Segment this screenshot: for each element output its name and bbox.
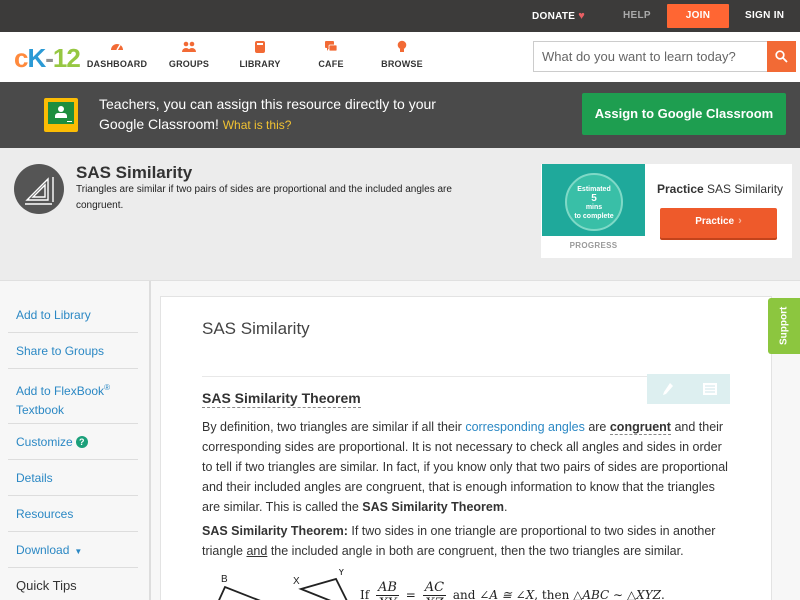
progress-label: PROGRESS xyxy=(569,241,618,250)
concept-icon xyxy=(14,164,64,214)
help-icon[interactable]: ? xyxy=(75,436,88,448)
join-button[interactable]: JOIN xyxy=(667,4,729,28)
nav-cafe[interactable]: CAFE xyxy=(291,40,371,69)
donate-link[interactable]: DONATE ♥ xyxy=(532,0,585,32)
google-classroom-icon xyxy=(44,98,78,132)
estimate-badge: Estimated 5 mins to complete xyxy=(565,173,623,231)
sidebar: Add to Library Share to Groups Add to Fl… xyxy=(8,297,138,593)
support-tab[interactable]: Support xyxy=(768,298,800,354)
main-area: Add to Library Share to Groups Add to Fl… xyxy=(0,280,800,600)
main-nav: cK-12 DASHBOARD GROUPS LIBRARY CAFE BROW… xyxy=(0,32,800,82)
assign-google-classroom-button[interactable]: Assign to Google Classroom xyxy=(582,93,786,135)
search-input[interactable] xyxy=(534,42,768,71)
sidebar-add-to-flexbook[interactable]: Add to FlexBook® Textbook xyxy=(8,369,138,424)
progress-image: Estimated 5 mins to complete xyxy=(542,164,645,236)
sidebar-download[interactable]: Download ▼ xyxy=(8,532,138,568)
notes-icon xyxy=(702,383,717,395)
sidebar-resources[interactable]: Resources xyxy=(8,496,138,532)
theorem-formula: If ABXY = ACXZ and ∠A ≅ ∠X, then △ABC ∼ … xyxy=(360,580,665,600)
label-y: Y xyxy=(338,569,345,578)
cafe-icon xyxy=(325,41,338,52)
sidebar-divider xyxy=(149,281,151,600)
search-icon xyxy=(775,50,788,63)
corresponding-angles-link[interactable]: corresponding angles xyxy=(465,420,585,434)
nav-dashboard[interactable]: DASHBOARD xyxy=(77,40,157,69)
search-box xyxy=(533,41,796,72)
sidebar-customize[interactable]: Customize? xyxy=(8,424,138,460)
concept-description: Triangles are similar if two pairs of si… xyxy=(76,184,452,211)
heart-icon: ♥ xyxy=(578,10,586,22)
theorem-paragraph: SAS Similarity Theorem: If two sides in … xyxy=(202,524,716,558)
label-b: B xyxy=(221,574,228,585)
pencil-button[interactable] xyxy=(647,374,688,404)
notes-button[interactable] xyxy=(689,374,730,404)
concept-title: SAS Similarity xyxy=(76,163,193,182)
congruent-term[interactable]: congruent xyxy=(609,420,671,435)
google-classroom-banner: Teachers, you can assign this resource d… xyxy=(0,82,800,148)
banner-text: Teachers, you can assign this resource d… xyxy=(99,96,436,132)
ck12-logo[interactable]: cK-12 xyxy=(14,43,81,74)
browse-icon xyxy=(397,40,407,52)
sidebar-share-to-groups[interactable]: Share to Groups xyxy=(8,333,138,369)
label-x: X xyxy=(293,576,300,587)
fraction-ac-xz: ACXZ xyxy=(422,580,447,600)
top-bar: DONATE ♥ HELP JOIN SIGN IN xyxy=(0,0,800,32)
pencil-icon xyxy=(662,383,673,395)
content-panel: SAS Similarity SAS Similarity Theorem By… xyxy=(160,296,772,600)
fraction-ab-xy: ABXY xyxy=(376,580,399,600)
concept-header: SAS Similarity Triangles are similar if … xyxy=(0,148,800,273)
search-button[interactable] xyxy=(767,41,796,72)
annotation-toolbar xyxy=(647,374,730,404)
nav-library[interactable]: LIBRARY xyxy=(220,40,300,69)
practice-button[interactable]: Practice › xyxy=(660,208,777,238)
practice-title: Practice SAS Similarity xyxy=(657,182,784,196)
groups-icon xyxy=(182,41,196,52)
sign-in-link[interactable]: SIGN IN xyxy=(745,0,784,32)
triangle-figure: B X Y xyxy=(218,569,348,600)
quick-tips-heading: Quick Tips xyxy=(16,578,77,593)
definition-paragraph: By definition, two triangles are similar… xyxy=(202,420,728,514)
help-link[interactable]: HELP xyxy=(623,0,651,32)
practice-card: Estimated 5 mins to complete PROGRESS Pr… xyxy=(541,164,792,258)
nav-browse[interactable]: BROWSE xyxy=(362,40,442,69)
content-title: SAS Similarity xyxy=(202,319,310,338)
what-is-this-link[interactable]: What is this? xyxy=(223,118,292,132)
nav-groups[interactable]: GROUPS xyxy=(149,40,229,69)
dashboard-icon xyxy=(111,44,123,51)
library-icon xyxy=(255,41,265,53)
caret-down-icon: ▼ xyxy=(74,547,83,556)
sidebar-details[interactable]: Details xyxy=(8,460,138,496)
sidebar-add-to-library[interactable]: Add to Library xyxy=(8,297,138,333)
chevron-right-icon: › xyxy=(738,215,742,227)
section-heading: SAS Similarity Theorem xyxy=(202,390,361,408)
